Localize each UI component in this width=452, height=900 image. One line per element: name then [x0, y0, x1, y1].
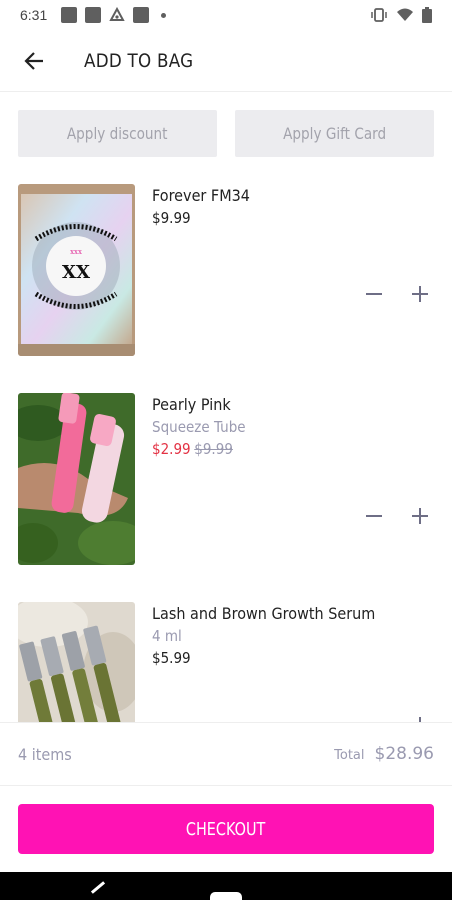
back-button[interactable] — [20, 47, 48, 75]
bag-item: Lash and Brown Growth Serum 4 ml $5.99 — [0, 602, 452, 722]
apply-discount-label: Apply discount — [67, 124, 168, 143]
item-count: 4 items — [18, 744, 72, 764]
more-notifications-dot — [161, 12, 167, 18]
page-title: ADD TO BAG — [84, 49, 194, 72]
status-bar: 6:31 — [0, 0, 452, 30]
product-image[interactable]: xxx XX — [18, 184, 135, 356]
minus-icon — [366, 293, 382, 295]
total-value: $28.96 — [374, 744, 434, 764]
svg-text:XX: XX — [62, 262, 90, 283]
item-price-row: $2.99 $9.99 — [152, 440, 246, 458]
item-info: Forever FM34 $9.99 — [152, 186, 261, 227]
decrease-quantity-button[interactable] — [364, 715, 384, 722]
arrow-left-icon — [24, 51, 43, 70]
checkout-label: CHECKOUT — [186, 818, 266, 840]
apply-gift-card-button[interactable]: Apply Gift Card — [235, 110, 434, 157]
total-label: Total — [334, 748, 365, 763]
status-time: 6:31 — [20, 7, 48, 23]
bag-item: xxx XX Forever FM34 $9.99 — [0, 184, 452, 356]
item-price-row: $5.99 — [152, 649, 375, 667]
bag-actions: Apply discount Apply Gift Card — [18, 110, 434, 157]
svg-text:xxx: xxx — [70, 248, 82, 256]
increase-quantity-button[interactable] — [410, 715, 430, 722]
notification-icon — [133, 7, 150, 23]
item-name[interactable]: Lash and Brown Growth Serum — [152, 604, 375, 623]
item-info: Pearly Pink Squeeze Tube $2.99 $9.99 — [152, 395, 256, 458]
quantity-stepper — [364, 506, 430, 526]
item-sale-price: $2.99 — [152, 440, 191, 458]
decrease-quantity-button[interactable] — [364, 284, 384, 304]
apply-gift-card-label: Apply Gift Card — [282, 124, 387, 143]
checkout-button[interactable]: CHECKOUT — [18, 804, 434, 854]
assistant-icon — [109, 7, 125, 21]
bag-summary: 4 items Total $28.96 — [0, 722, 452, 786]
apply-discount-button[interactable]: Apply discount — [18, 110, 217, 157]
plus-icon — [412, 286, 428, 302]
product-image[interactable] — [18, 393, 135, 565]
increase-quantity-button[interactable] — [410, 506, 430, 526]
notification-icon — [85, 7, 102, 23]
vibrate-icon — [371, 8, 387, 22]
product-image[interactable] — [18, 602, 135, 722]
app-header: ADD TO BAG — [0, 30, 452, 92]
item-name[interactable]: Forever FM34 — [152, 186, 250, 205]
notification-icon — [61, 7, 78, 23]
battery-icon — [422, 7, 432, 23]
item-variant: 4 ml — [152, 627, 182, 645]
system-home-button[interactable] — [210, 892, 242, 900]
bag-item-list: xxx XX Forever FM34 $9.99 Pearly Pink Sq… — [0, 184, 452, 722]
total: Total $28.96 — [334, 744, 434, 764]
item-name[interactable]: Pearly Pink — [152, 395, 246, 414]
item-info: Lash and Brown Growth Serum 4 ml $5.99 — [152, 604, 400, 667]
quantity-stepper — [364, 284, 430, 304]
system-back-button[interactable] — [90, 881, 106, 894]
item-variant: Squeeze Tube — [152, 418, 246, 436]
system-nav-bar — [0, 872, 452, 900]
item-price: $9.99 — [152, 209, 191, 227]
quantity-stepper — [364, 715, 430, 722]
item-price-row: $9.99 — [152, 209, 250, 227]
increase-quantity-button[interactable] — [410, 284, 430, 304]
decrease-quantity-button[interactable] — [364, 506, 384, 526]
wifi-icon — [397, 8, 413, 21]
plus-icon — [412, 508, 428, 524]
item-price: $5.99 — [152, 649, 191, 667]
bag-item: Pearly Pink Squeeze Tube $2.99 $9.99 — [0, 393, 452, 565]
minus-icon — [366, 515, 382, 517]
item-original-price: $9.99 — [194, 440, 233, 458]
